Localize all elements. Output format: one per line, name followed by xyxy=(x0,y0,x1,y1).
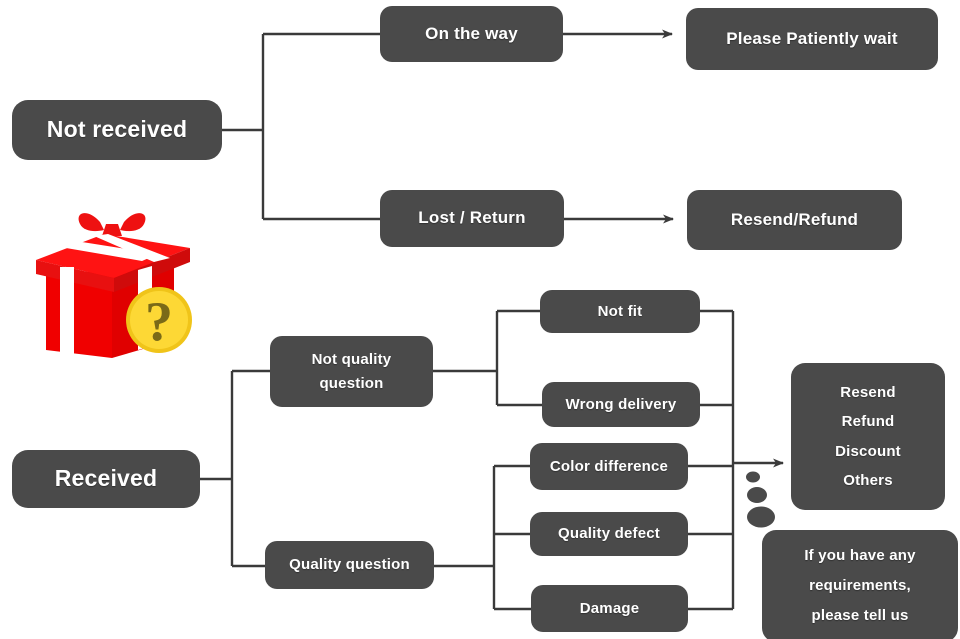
node-label-line1: Not quality xyxy=(311,351,392,369)
node-label: Wrong delivery xyxy=(565,395,677,413)
node-lost-return[interactable]: Lost / Return xyxy=(380,190,564,247)
node-quality-question[interactable]: Quality question xyxy=(265,541,434,589)
speech-dots-icon xyxy=(746,471,775,528)
node-resend-refund[interactable]: Resend/Refund xyxy=(687,190,902,250)
node-label: Resend/Refund xyxy=(730,209,859,229)
node-not-fit[interactable]: Not fit xyxy=(540,290,700,333)
node-label: Lost / Return xyxy=(418,208,526,228)
node-label: Quality question xyxy=(289,556,410,574)
resolution-option-discount: Discount xyxy=(835,442,901,460)
node-label: Damage xyxy=(579,599,640,617)
resolution-option-resend: Resend xyxy=(840,384,896,401)
node-label: Not fit xyxy=(597,302,643,320)
node-color-difference[interactable]: Color difference xyxy=(530,443,688,490)
node-wrong-delivery[interactable]: Wrong delivery xyxy=(542,382,700,427)
node-requirements-note[interactable]: If you have any requirements, please tel… xyxy=(762,530,958,639)
gift-box-with-question-mark-icon: ? xyxy=(22,200,202,360)
node-on-the-way[interactable]: On the way xyxy=(380,6,563,62)
note-line1: If you have any xyxy=(804,547,916,564)
node-not-received[interactable]: Not received xyxy=(12,100,222,160)
node-label: Quality defect xyxy=(558,525,660,543)
node-received[interactable]: Received xyxy=(12,450,200,508)
node-label: Not received xyxy=(46,116,188,143)
flowchart-canvas: ? Not received On the way Please Patient… xyxy=(0,0,960,639)
node-label: Received xyxy=(54,465,158,492)
note-line3: please tell us xyxy=(811,607,909,624)
node-label-line2: question xyxy=(319,374,384,392)
node-quality-defect[interactable]: Quality defect xyxy=(530,512,688,556)
node-label: Please Patiently wait xyxy=(726,28,898,48)
node-resolution-options[interactable]: Resend Refund Discount Others xyxy=(791,363,945,510)
node-please-patiently-wait[interactable]: Please Patiently wait xyxy=(686,8,938,70)
node-damage[interactable]: Damage xyxy=(531,585,688,632)
node-label: On the way xyxy=(425,23,518,43)
svg-text:?: ? xyxy=(145,291,173,353)
node-not-quality-question[interactable]: Not quality question xyxy=(270,336,433,407)
resolution-option-others: Others xyxy=(843,471,893,489)
resolution-option-refund: Refund xyxy=(841,413,895,431)
note-line2: requirements, xyxy=(809,577,911,594)
node-label: Color difference xyxy=(549,457,669,475)
